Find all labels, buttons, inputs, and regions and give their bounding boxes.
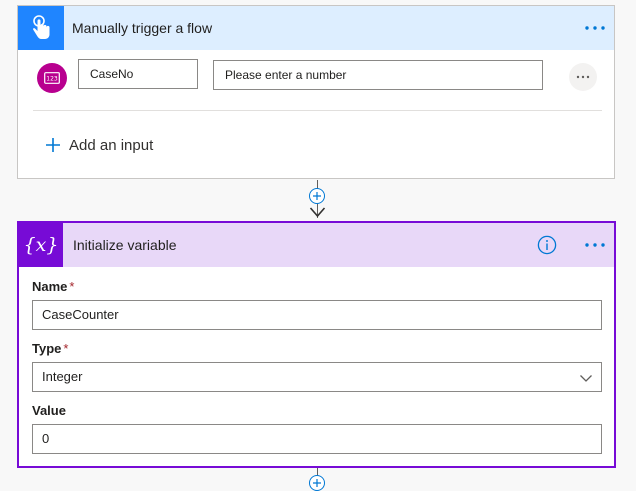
name-label-text: Name: [32, 279, 68, 294]
plus-icon: [46, 138, 60, 152]
variable-value-input[interactable]: 0: [32, 424, 602, 454]
type-label-text: Type: [32, 341, 62, 356]
required-mark: *: [69, 279, 75, 294]
name-field-label: Name *: [32, 279, 74, 294]
svg-text:123: 123: [46, 76, 58, 83]
input-name-field[interactable]: CaseNo: [78, 59, 198, 89]
add-input-button[interactable]: Add an input: [45, 130, 153, 160]
add-input-label: Add an input: [69, 136, 154, 154]
variable-type-select[interactable]: Integer: [32, 362, 602, 392]
init-variable-more-icon[interactable]: [580, 230, 610, 260]
trigger-more-icon[interactable]: [580, 13, 610, 43]
trigger-card: Manually trigger a flow 123 CaseNo Pleas…: [17, 5, 615, 179]
svg-text:{x}: {x}: [24, 234, 58, 256]
variable-name-input[interactable]: CaseCounter: [32, 300, 602, 330]
type-selected-value: Integer: [42, 369, 83, 384]
required-mark: *: [63, 341, 69, 356]
divider: [33, 110, 602, 111]
input-description-field[interactable]: Please enter a number: [213, 60, 543, 90]
connector-arrow-icon: [309, 207, 326, 218]
trigger-input-row: 123 CaseNo Please enter a number: [18, 50, 614, 110]
info-icon[interactable]: [537, 235, 557, 255]
trigger-title: Manually trigger a flow: [72, 20, 213, 36]
touch-hand-icon: [18, 6, 64, 50]
type-field-label: Type *: [32, 341, 68, 356]
trigger-header[interactable]: Manually trigger a flow: [18, 6, 614, 50]
init-variable-card: {x} Initialize variable Name * CaseCounte…: [17, 221, 616, 468]
number-123-icon: 123: [37, 63, 67, 93]
init-variable-header[interactable]: {x} Initialize variable: [19, 223, 614, 267]
chevron-down-icon: [580, 375, 592, 382]
input-options-more-icon[interactable]: [569, 63, 597, 91]
variable-braces-icon: {x}: [19, 223, 63, 267]
insert-step-plus-icon[interactable]: [309, 188, 325, 204]
insert-step-plus-icon[interactable]: [309, 475, 325, 491]
value-field-label: Value: [32, 403, 66, 418]
init-variable-title: Initialize variable: [73, 237, 177, 253]
